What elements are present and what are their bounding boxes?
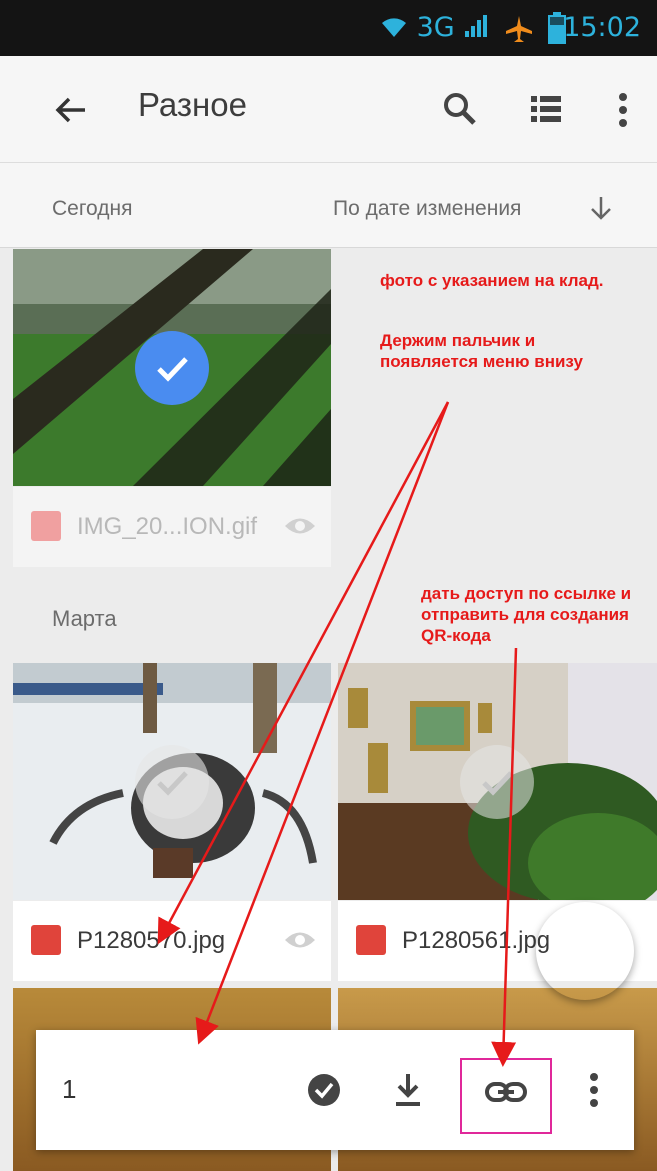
arrow-to-action-bar — [195, 401, 450, 1045]
arrow-to-thumbnail — [157, 401, 450, 945]
annotation-arrows — [157, 401, 518, 1067]
arrow-to-link-button — [491, 647, 518, 1067]
